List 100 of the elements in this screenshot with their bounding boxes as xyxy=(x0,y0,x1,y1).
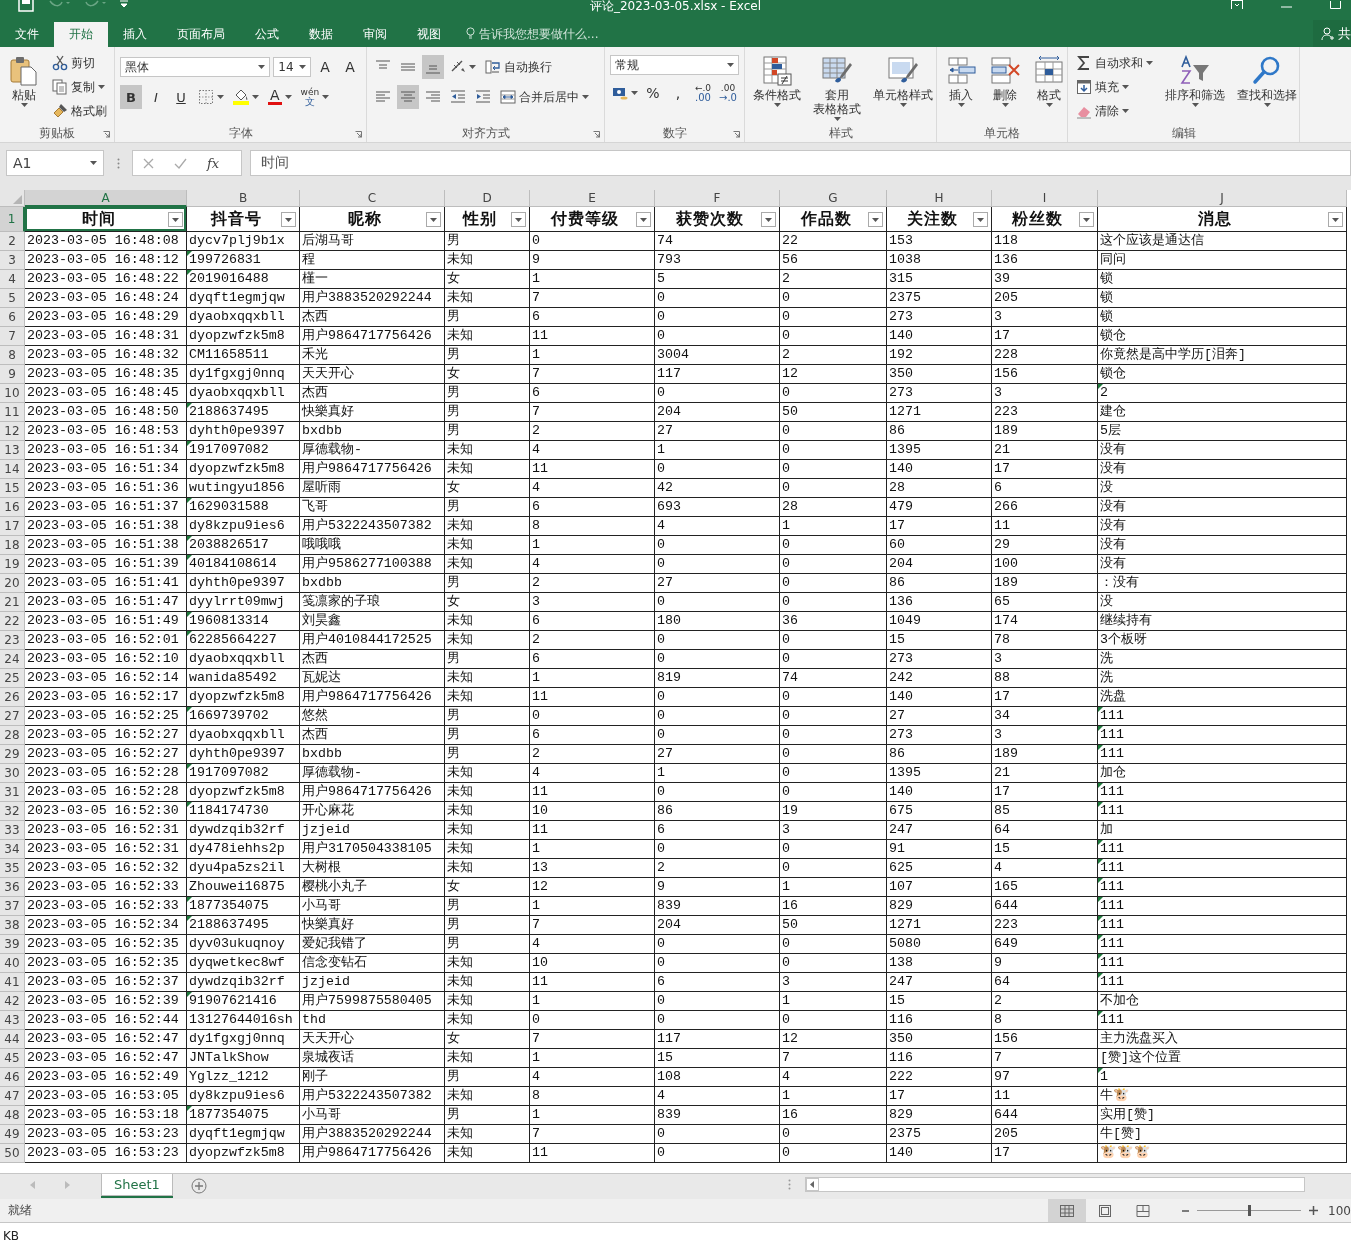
ribbon-button[interactable]: 填充 xyxy=(1073,76,1156,98)
row-number[interactable]: 39 xyxy=(0,935,25,954)
row-number[interactable]: 13 xyxy=(0,441,25,460)
ribbon-tab[interactable]: 审阅 xyxy=(348,22,402,47)
new-sheet-button[interactable] xyxy=(190,1178,207,1194)
ribbon-tab[interactable]: 开始 xyxy=(54,22,108,47)
row-number[interactable]: 2 xyxy=(0,232,25,251)
row-number[interactable]: 22 xyxy=(0,612,25,631)
row-number[interactable]: 28 xyxy=(0,726,25,745)
error-indicator-icon[interactable] xyxy=(1098,897,1103,902)
row-number[interactable]: 18 xyxy=(0,536,25,555)
error-indicator-icon[interactable] xyxy=(187,270,192,275)
filter-button[interactable] xyxy=(868,212,883,227)
column-letter[interactable]: H xyxy=(887,190,992,207)
error-indicator-icon[interactable] xyxy=(1098,973,1103,978)
error-indicator-icon[interactable] xyxy=(1098,840,1103,845)
row-number[interactable]: 16 xyxy=(0,498,25,517)
row-number[interactable]: 17 xyxy=(0,517,25,536)
ribbon-button[interactable]: 粘贴 xyxy=(5,52,43,110)
filter-button[interactable] xyxy=(1328,212,1343,227)
error-indicator-icon[interactable] xyxy=(187,1106,192,1111)
row-number[interactable]: 30 xyxy=(0,764,25,783)
error-indicator-icon[interactable] xyxy=(1098,954,1103,959)
ribbon-tab[interactable]: 页面布局 xyxy=(162,22,240,47)
row-number[interactable]: 3 xyxy=(0,251,25,270)
error-indicator-icon[interactable] xyxy=(1098,707,1103,712)
ribbon-button[interactable]: 清除 xyxy=(1073,100,1156,122)
view-button[interactable] xyxy=(1048,1199,1087,1222)
row-number[interactable]: 37 xyxy=(0,897,25,916)
column-letter[interactable]: A xyxy=(25,190,187,207)
row-number[interactable]: 4 xyxy=(0,270,25,289)
ribbon-button[interactable]: % xyxy=(642,81,664,105)
row-number[interactable]: 26 xyxy=(0,688,25,707)
error-indicator-icon[interactable] xyxy=(187,992,192,997)
ribbon-button[interactable]: U xyxy=(170,85,192,109)
slider-thumb[interactable] xyxy=(1248,1205,1252,1216)
row-number[interactable]: 20 xyxy=(0,574,25,593)
row-number[interactable]: 44 xyxy=(0,1030,25,1049)
error-indicator-icon[interactable] xyxy=(1098,783,1103,788)
tell-me-field[interactable]: 告诉我您想要做什么... xyxy=(479,26,619,41)
ribbon-tab[interactable]: 公式 xyxy=(240,22,294,47)
row-number[interactable]: 21 xyxy=(0,593,25,612)
row-number[interactable]: 24 xyxy=(0,650,25,669)
row-number[interactable]: 1 xyxy=(0,207,25,232)
ribbon-button[interactable]: 单元格样式 xyxy=(870,52,936,110)
ribbon-button[interactable]: 套用 表格格式 xyxy=(810,52,864,124)
filter-button[interactable] xyxy=(1079,212,1094,227)
row-number[interactable]: 35 xyxy=(0,859,25,878)
row-number[interactable]: 43 xyxy=(0,1011,25,1030)
ribbon-button[interactable]: , xyxy=(667,81,689,105)
row-number[interactable]: 41 xyxy=(0,973,25,992)
dropdown-field[interactable]: 常规 xyxy=(610,55,739,75)
error-indicator-icon[interactable] xyxy=(1098,859,1103,864)
ribbon-button[interactable]: 查找和选择 xyxy=(1234,52,1300,110)
font-color-button[interactable]: A xyxy=(265,85,295,109)
row-number[interactable]: 6 xyxy=(0,308,25,327)
row-number[interactable]: 9 xyxy=(0,365,25,384)
sheet-tab[interactable]: Sheet1 xyxy=(101,1174,173,1196)
row-number[interactable]: 15 xyxy=(0,479,25,498)
ribbon-button[interactable]: A xyxy=(339,55,361,79)
ribbon-button[interactable]: 自动求和 xyxy=(1073,52,1156,74)
filter-button[interactable] xyxy=(511,212,526,227)
ribbon-button[interactable]: 自动换行 xyxy=(482,56,555,78)
error-indicator-icon[interactable] xyxy=(187,612,192,617)
ribbon-tab[interactable]: 文件 xyxy=(0,22,54,47)
row-number[interactable]: 40 xyxy=(0,954,25,973)
ribbon-button[interactable]: I xyxy=(145,85,167,109)
row-number[interactable]: 46 xyxy=(0,1068,25,1087)
error-indicator-icon[interactable] xyxy=(1098,726,1103,731)
ribbon-tab[interactable]: 视图 xyxy=(402,22,456,47)
row-number[interactable]: 34 xyxy=(0,840,25,859)
error-indicator-icon[interactable] xyxy=(1098,916,1103,921)
row-number[interactable]: 14 xyxy=(0,460,25,479)
row-number[interactable]: 11 xyxy=(0,403,25,422)
row-number[interactable]: 32 xyxy=(0,802,25,821)
ribbon-button[interactable]: 格式刷 xyxy=(49,100,110,122)
error-indicator-icon[interactable] xyxy=(187,631,192,636)
error-indicator-icon[interactable] xyxy=(1098,745,1103,750)
error-indicator-icon[interactable] xyxy=(187,441,192,446)
column-letter[interactable]: F xyxy=(655,190,780,207)
row-number[interactable]: 7 xyxy=(0,327,25,346)
name-box[interactable]: A1 xyxy=(6,150,104,176)
error-indicator-icon[interactable] xyxy=(187,536,192,541)
column-letter[interactable]: G xyxy=(780,190,887,207)
row-number[interactable]: 5 xyxy=(0,289,25,308)
error-indicator-icon[interactable] xyxy=(187,802,192,807)
error-indicator-icon[interactable] xyxy=(187,555,192,560)
ribbon-button[interactable]: .00 →.0 xyxy=(717,81,739,105)
error-indicator-icon[interactable] xyxy=(1098,384,1103,389)
horizontal-scrollbar[interactable] xyxy=(805,1177,1305,1192)
row-number[interactable]: 49 xyxy=(0,1125,25,1144)
error-indicator-icon[interactable] xyxy=(187,897,192,902)
ribbon-button[interactable]: A xyxy=(314,55,336,79)
ribbon-button[interactable]: 合并后居中 xyxy=(497,86,592,108)
customize-button[interactable] xyxy=(120,0,128,8)
filter-button[interactable] xyxy=(973,212,988,227)
row-number[interactable]: 29 xyxy=(0,745,25,764)
error-indicator-icon[interactable] xyxy=(1098,1068,1103,1073)
ribbon-tab[interactable]: 数据 xyxy=(294,22,348,47)
column-letter[interactable]: C xyxy=(300,190,445,207)
